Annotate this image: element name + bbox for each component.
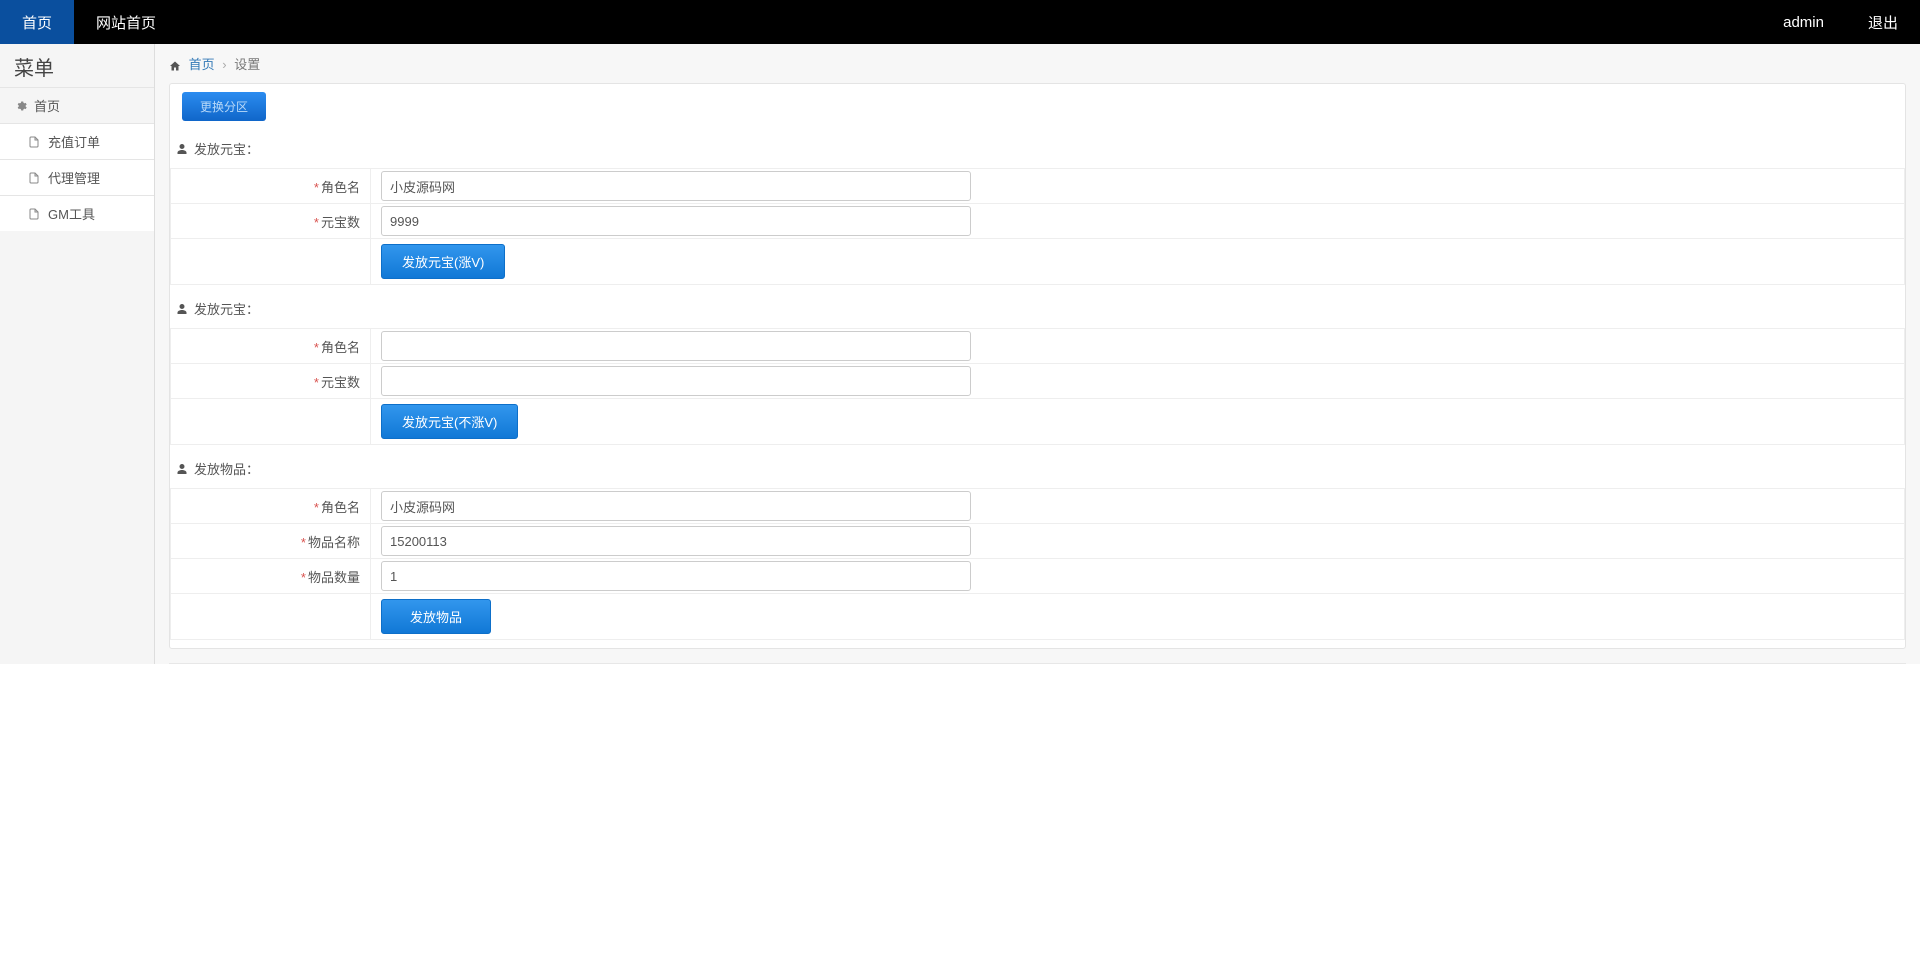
- sidebar-root-home[interactable]: 首页: [0, 87, 154, 123]
- nav-user[interactable]: admin: [1761, 0, 1846, 44]
- label-amount: 元宝数: [321, 375, 360, 390]
- input-role-1[interactable]: [381, 171, 971, 201]
- user-icon: [176, 143, 188, 155]
- input-amount-1[interactable]: [381, 206, 971, 236]
- topbar: 首页 网站首页 admin 退出: [0, 0, 1920, 44]
- label-item-qty: 物品数量: [308, 570, 360, 585]
- sidebar-item-agent[interactable]: 代理管理: [0, 159, 154, 195]
- user-icon: [176, 463, 188, 475]
- input-role-2[interactable]: [381, 331, 971, 361]
- switch-zone-button[interactable]: 更换分区: [182, 92, 266, 121]
- nav-logout[interactable]: 退出: [1846, 0, 1920, 44]
- sidebar-item-gm-tools[interactable]: GM工具: [0, 195, 154, 231]
- breadcrumb-current: 设置: [234, 57, 260, 72]
- content: 首页 › 设置 更换分区 发放元宝： *角色名 *元宝数: [155, 44, 1920, 664]
- section-title-label: 发放物品：: [194, 459, 259, 478]
- send-yuanbao-v-button[interactable]: 发放元宝(涨V): [381, 244, 505, 279]
- input-item-qty[interactable]: [381, 561, 971, 591]
- nav-home[interactable]: 首页: [0, 0, 74, 44]
- breadcrumb: 首页 › 设置: [155, 44, 1920, 83]
- sidebar-root-label: 首页: [34, 96, 60, 115]
- section-title-item: 发放物品：: [170, 453, 1905, 488]
- sidebar-item-recharge[interactable]: 充值订单: [0, 123, 154, 159]
- section-title-label: 发放元宝：: [194, 139, 259, 158]
- input-amount-2[interactable]: [381, 366, 971, 396]
- section-title-yuanbao-v: 发放元宝：: [170, 133, 1905, 168]
- section-title-label: 发放元宝：: [194, 299, 259, 318]
- breadcrumb-sep: ›: [222, 57, 226, 72]
- panel-main: 更换分区 发放元宝： *角色名 *元宝数 发放元宝(: [169, 83, 1906, 649]
- send-item-button[interactable]: 发放物品: [381, 599, 491, 634]
- label-role: 角色名: [321, 500, 360, 515]
- breadcrumb-home[interactable]: 首页: [189, 57, 215, 72]
- user-icon: [176, 303, 188, 315]
- label-role: 角色名: [321, 340, 360, 355]
- file-icon: [28, 136, 42, 148]
- divider: [169, 663, 1906, 664]
- sidebar-item-label: GM工具: [48, 204, 95, 223]
- sidebar: 菜单 首页 充值订单 代理管理 GM工具: [0, 44, 155, 664]
- sidebar-item-label: 充值订单: [48, 132, 100, 151]
- input-role-3[interactable]: [381, 491, 971, 521]
- file-icon: [28, 208, 42, 220]
- sidebar-title: 菜单: [0, 44, 154, 87]
- nav-site-home[interactable]: 网站首页: [74, 0, 178, 44]
- label-amount: 元宝数: [321, 215, 360, 230]
- section-title-yuanbao-nov: 发放元宝：: [170, 293, 1905, 328]
- send-yuanbao-nov-button[interactable]: 发放元宝(不涨V): [381, 404, 518, 439]
- sidebar-item-label: 代理管理: [48, 168, 100, 187]
- label-role: 角色名: [321, 180, 360, 195]
- label-item-name: 物品名称: [308, 535, 360, 550]
- file-icon: [28, 172, 42, 184]
- gear-icon: [14, 100, 28, 112]
- input-item-name[interactable]: [381, 526, 971, 556]
- home-icon: [169, 60, 181, 72]
